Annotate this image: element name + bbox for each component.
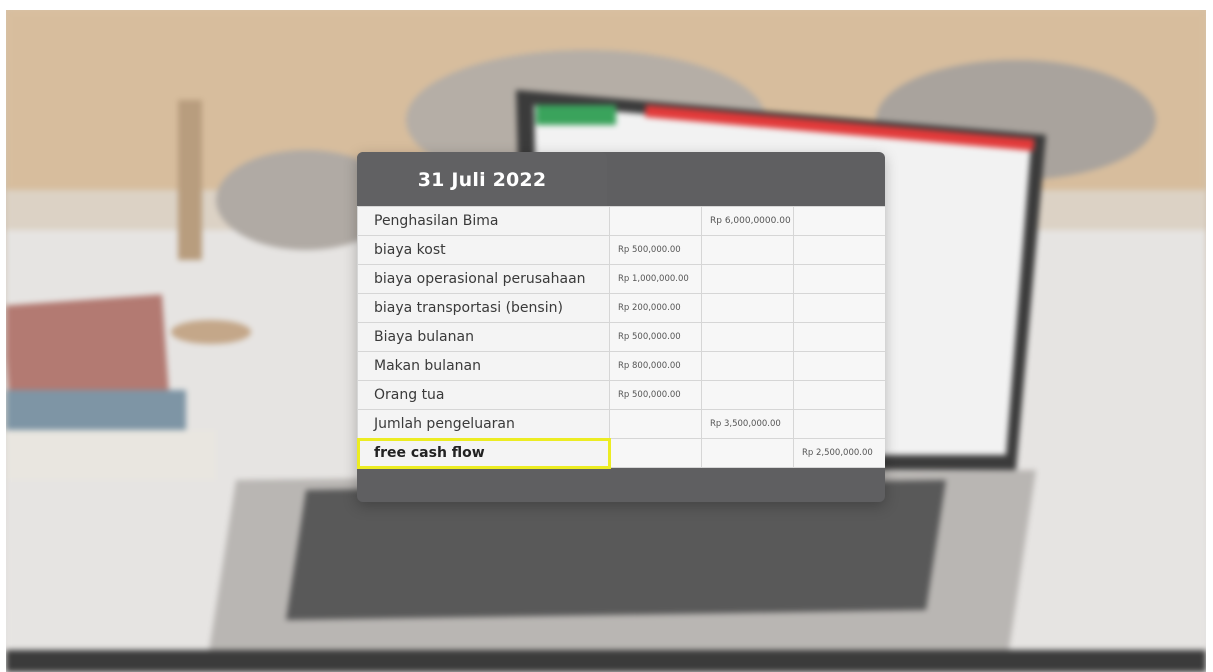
expense-amount-cell: Rp 500,000.00 xyxy=(609,235,702,265)
table-row: Jumlah pengeluaran Rp 3,500,000.00 xyxy=(357,409,885,439)
free-cash-flow-amount: Rp 2,500,000.00 xyxy=(793,438,885,468)
expense-amount-cell: Rp 500,000.00 xyxy=(609,380,702,410)
card-title: 31 Juli 2022 xyxy=(417,169,547,191)
total-amount-cell xyxy=(701,235,794,265)
result-amount-cell xyxy=(793,322,885,352)
row-label: Makan bulanan xyxy=(357,351,610,381)
row-label: biaya kost xyxy=(357,235,610,265)
row-label: Orang tua xyxy=(357,380,610,410)
total-amount-cell xyxy=(701,380,794,410)
expense-amount-cell: Rp 800,000.00 xyxy=(609,351,702,381)
card-header: 31 Juli 2022 xyxy=(357,152,607,208)
total-amount-cell xyxy=(701,438,794,468)
expense-amount-cell xyxy=(609,409,702,439)
table-row: biaya transportasi (bensin) Rp 200,000.0… xyxy=(357,293,885,323)
total-amount-cell: Rp 6,000,0000.00 xyxy=(701,206,794,236)
row-label: biaya transportasi (bensin) xyxy=(357,293,610,323)
total-amount-cell xyxy=(701,322,794,352)
result-amount-cell xyxy=(793,380,885,410)
result-amount-cell xyxy=(793,293,885,323)
table-row: Biaya bulanan Rp 500,000.00 xyxy=(357,322,885,352)
result-amount-cell xyxy=(793,409,885,439)
cash-flow-table: Penghasilan Bima Rp 6,000,0000.00 biaya … xyxy=(357,206,885,469)
video-frame: 31 Juli 2022 Penghasilan Bima Rp 6,000,0… xyxy=(0,0,1213,672)
cash-flow-card: 31 Juli 2022 Penghasilan Bima Rp 6,000,0… xyxy=(357,152,885,502)
result-amount-cell xyxy=(793,235,885,265)
result-amount-cell xyxy=(793,264,885,294)
row-label: Jumlah pengeluaran xyxy=(357,409,610,439)
total-amount-cell: Rp 3,500,000.00 xyxy=(701,409,794,439)
expense-amount-cell xyxy=(609,206,702,236)
row-label: biaya operasional perusahaan xyxy=(357,264,610,294)
expense-amount-cell: Rp 1,000,000.00 xyxy=(609,264,702,294)
expense-amount-cell xyxy=(609,438,702,468)
result-amount-cell xyxy=(793,206,885,236)
row-label: Penghasilan Bima xyxy=(357,206,610,236)
expense-amount-cell: Rp 200,000.00 xyxy=(609,293,702,323)
total-amount-cell xyxy=(701,293,794,323)
table-row: Makan bulanan Rp 800,000.00 xyxy=(357,351,885,381)
total-amount-cell xyxy=(701,351,794,381)
table-row: Penghasilan Bima Rp 6,000,0000.00 xyxy=(357,206,885,236)
free-cash-flow-row: free cash flow Rp 2,500,000.00 xyxy=(357,437,885,469)
row-label: Biaya bulanan xyxy=(357,322,610,352)
free-cash-flow-label: free cash flow xyxy=(357,437,611,469)
table-row: Orang tua Rp 500,000.00 xyxy=(357,380,885,410)
result-amount-cell xyxy=(793,351,885,381)
expense-amount-cell: Rp 500,000.00 xyxy=(609,322,702,352)
table-row: biaya operasional perusahaan Rp 1,000,00… xyxy=(357,264,885,294)
total-amount-cell xyxy=(701,264,794,294)
table-row: biaya kost Rp 500,000.00 xyxy=(357,235,885,265)
